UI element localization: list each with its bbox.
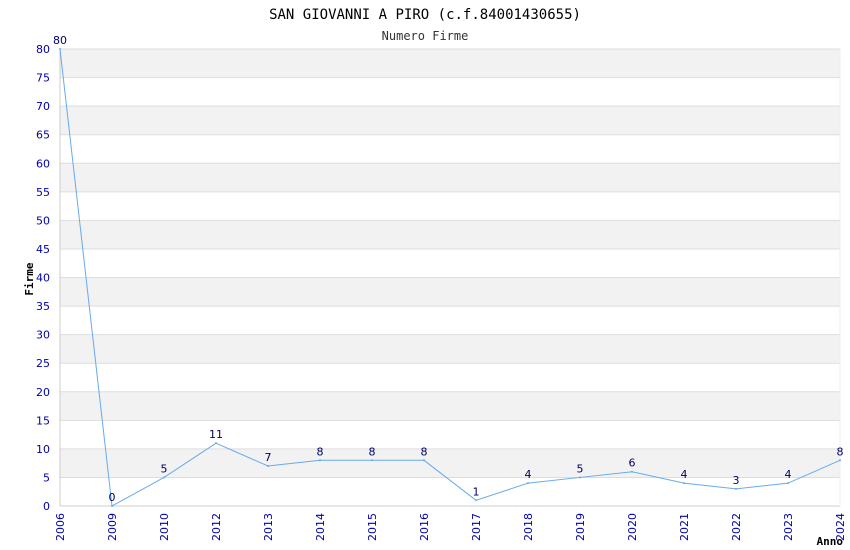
data-point bbox=[579, 476, 581, 479]
grid-band bbox=[60, 248, 840, 278]
data-label: 8 bbox=[837, 445, 844, 458]
x-tick-label: 2020 bbox=[626, 513, 639, 541]
data-label: 11 bbox=[209, 428, 223, 441]
x-tick-label: 2018 bbox=[522, 513, 535, 541]
y-tick-label: 50 bbox=[36, 214, 50, 227]
x-axis-label: Anno bbox=[817, 535, 844, 548]
y-tick-label: 75 bbox=[36, 72, 50, 85]
y-tick-label: 40 bbox=[36, 272, 50, 285]
data-label: 4 bbox=[681, 468, 688, 481]
y-ticks: 0 5 10 15 20 25 30 35 40 45 50 55 60 65 70 75 80 bbox=[36, 43, 50, 513]
grid-band bbox=[60, 134, 840, 164]
y-tick-label: 70 bbox=[36, 100, 50, 113]
x-tick-label: 2006 bbox=[54, 513, 67, 541]
data-label: 5 bbox=[577, 462, 584, 475]
data-label: 8 bbox=[421, 445, 428, 458]
x-tick-label: 2022 bbox=[730, 513, 743, 541]
x-tick-label: 2015 bbox=[366, 513, 379, 541]
data-label: 4 bbox=[525, 468, 532, 481]
y-tick-label: 0 bbox=[43, 500, 50, 513]
x-ticks: 2006 2009 2010 2012 2013 2014 2015 2016 2017 2018… bbox=[54, 513, 847, 541]
data-point bbox=[59, 48, 61, 50]
data-point bbox=[527, 482, 529, 485]
grid-band bbox=[60, 420, 840, 449]
data-label: 8 bbox=[369, 445, 376, 458]
data-point bbox=[423, 459, 425, 462]
data-point bbox=[163, 476, 165, 479]
y-tick-label: 10 bbox=[36, 443, 50, 456]
x-tick-label: 2014 bbox=[314, 513, 327, 541]
y-tick-label: 65 bbox=[36, 129, 50, 142]
data-point bbox=[319, 459, 321, 462]
y-tick-label: 60 bbox=[36, 157, 50, 170]
chart-title: SAN GIOVANNI A PIRO (c.f.84001430655) bbox=[269, 7, 581, 23]
data-point bbox=[839, 459, 841, 462]
x-tick-label: 2023 bbox=[782, 513, 795, 541]
data-label: 6 bbox=[629, 457, 636, 470]
grid-band bbox=[60, 191, 840, 221]
x-tick-label: 2021 bbox=[678, 513, 691, 541]
data-label: 80 bbox=[53, 34, 67, 47]
y-tick-label: 15 bbox=[36, 414, 50, 427]
data-point bbox=[787, 482, 789, 485]
y-tick-label: 20 bbox=[36, 386, 50, 399]
data-label: 4 bbox=[785, 468, 792, 481]
y-tick-label: 45 bbox=[36, 243, 50, 256]
grid-band bbox=[60, 106, 840, 135]
grid-band bbox=[60, 448, 840, 478]
grid-band bbox=[60, 363, 840, 392]
chart-subtitle: Numero Firme bbox=[382, 29, 469, 43]
grid-band bbox=[60, 220, 840, 249]
data-point bbox=[215, 442, 217, 445]
data-point bbox=[267, 465, 269, 468]
grid-band bbox=[60, 49, 840, 78]
data-point bbox=[111, 505, 113, 507]
grid-band bbox=[60, 277, 840, 307]
y-tick-label: 35 bbox=[36, 300, 50, 313]
x-tick-label: 2009 bbox=[106, 513, 119, 541]
data-point bbox=[371, 459, 373, 462]
x-tick-label: 2012 bbox=[210, 513, 223, 541]
grid-band bbox=[60, 306, 840, 335]
data-label: 0 bbox=[109, 491, 116, 504]
y-tick-label: 5 bbox=[43, 471, 50, 484]
x-tick-label: 2013 bbox=[262, 513, 275, 541]
grid-band bbox=[60, 477, 840, 506]
x-tick-label: 2010 bbox=[158, 513, 171, 541]
data-label: 7 bbox=[265, 451, 272, 464]
data-label: 5 bbox=[161, 462, 168, 475]
grid-band bbox=[60, 77, 840, 107]
y-axis-label: Firme bbox=[23, 262, 36, 295]
data-label: 8 bbox=[317, 445, 324, 458]
grid-band bbox=[60, 163, 840, 192]
data-point bbox=[735, 487, 737, 490]
y-tick-label: 55 bbox=[36, 186, 50, 199]
y-tick-label: 80 bbox=[36, 43, 50, 56]
grid-band bbox=[60, 391, 840, 421]
grid-band bbox=[60, 334, 840, 364]
x-tick-label: 2017 bbox=[470, 513, 483, 541]
data-label: 1 bbox=[473, 485, 480, 498]
y-tick-label: 25 bbox=[36, 357, 50, 370]
x-tick-label: 2019 bbox=[574, 513, 587, 541]
x-tick-label: 2016 bbox=[418, 513, 431, 541]
y-tick-label: 30 bbox=[36, 329, 50, 342]
data-label: 3 bbox=[733, 474, 740, 487]
data-point bbox=[631, 470, 633, 473]
line-chart: SAN GIOVANNI A PIRO (c.f.84001430655) Nu… bbox=[23, 7, 847, 548]
data-point bbox=[683, 482, 685, 485]
data-point bbox=[475, 499, 477, 502]
